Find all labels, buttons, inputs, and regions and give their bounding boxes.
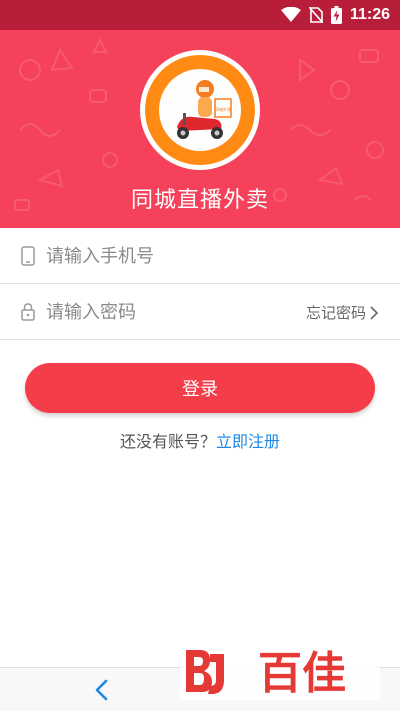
wifi-icon bbox=[280, 7, 301, 22]
phone-row bbox=[0, 228, 400, 284]
app-title: 同城直播外卖 bbox=[130, 188, 269, 213]
status-bar: 11:26 bbox=[0, 0, 400, 30]
status-icons: 11:26 bbox=[280, 5, 390, 25]
no-sim-icon bbox=[308, 7, 323, 23]
login-button[interactable]: 登录 bbox=[25, 363, 375, 413]
forgot-password-label: 忘记密码 bbox=[305, 304, 366, 322]
chevron-right-icon bbox=[370, 305, 378, 320]
lock-icon bbox=[21, 303, 35, 321]
battery-charging-icon bbox=[330, 6, 342, 24]
logo-scene: 同城外卖 bbox=[159, 69, 241, 151]
header: 同城外卖 同城直播外卖 bbox=[0, 30, 400, 228]
login-form: 忘记密码 bbox=[0, 228, 400, 340]
register-line: 还没有账号？立即注册 bbox=[0, 428, 400, 452]
register-link[interactable]: 立即注册 bbox=[216, 432, 280, 451]
phone-icon bbox=[21, 246, 35, 266]
chevron-left-icon[interactable] bbox=[88, 676, 116, 704]
password-input[interactable] bbox=[46, 294, 286, 330]
logo-sign-text: 同城外卖 bbox=[215, 106, 231, 112]
password-row: 忘记密码 bbox=[0, 284, 400, 340]
app-logo: 同城外卖 bbox=[145, 55, 255, 165]
delivery-scooter-illustration: 同城外卖 bbox=[177, 80, 232, 139]
phone-input[interactable] bbox=[46, 238, 286, 274]
register-prompt: 还没有账号？ bbox=[119, 432, 216, 451]
watermark-logo: 百佳 bbox=[180, 640, 380, 700]
status-time: 11:26 bbox=[349, 6, 390, 23]
forgot-password-link[interactable]: 忘记密码 bbox=[306, 302, 378, 323]
watermark-text: 百佳 bbox=[258, 648, 346, 699]
